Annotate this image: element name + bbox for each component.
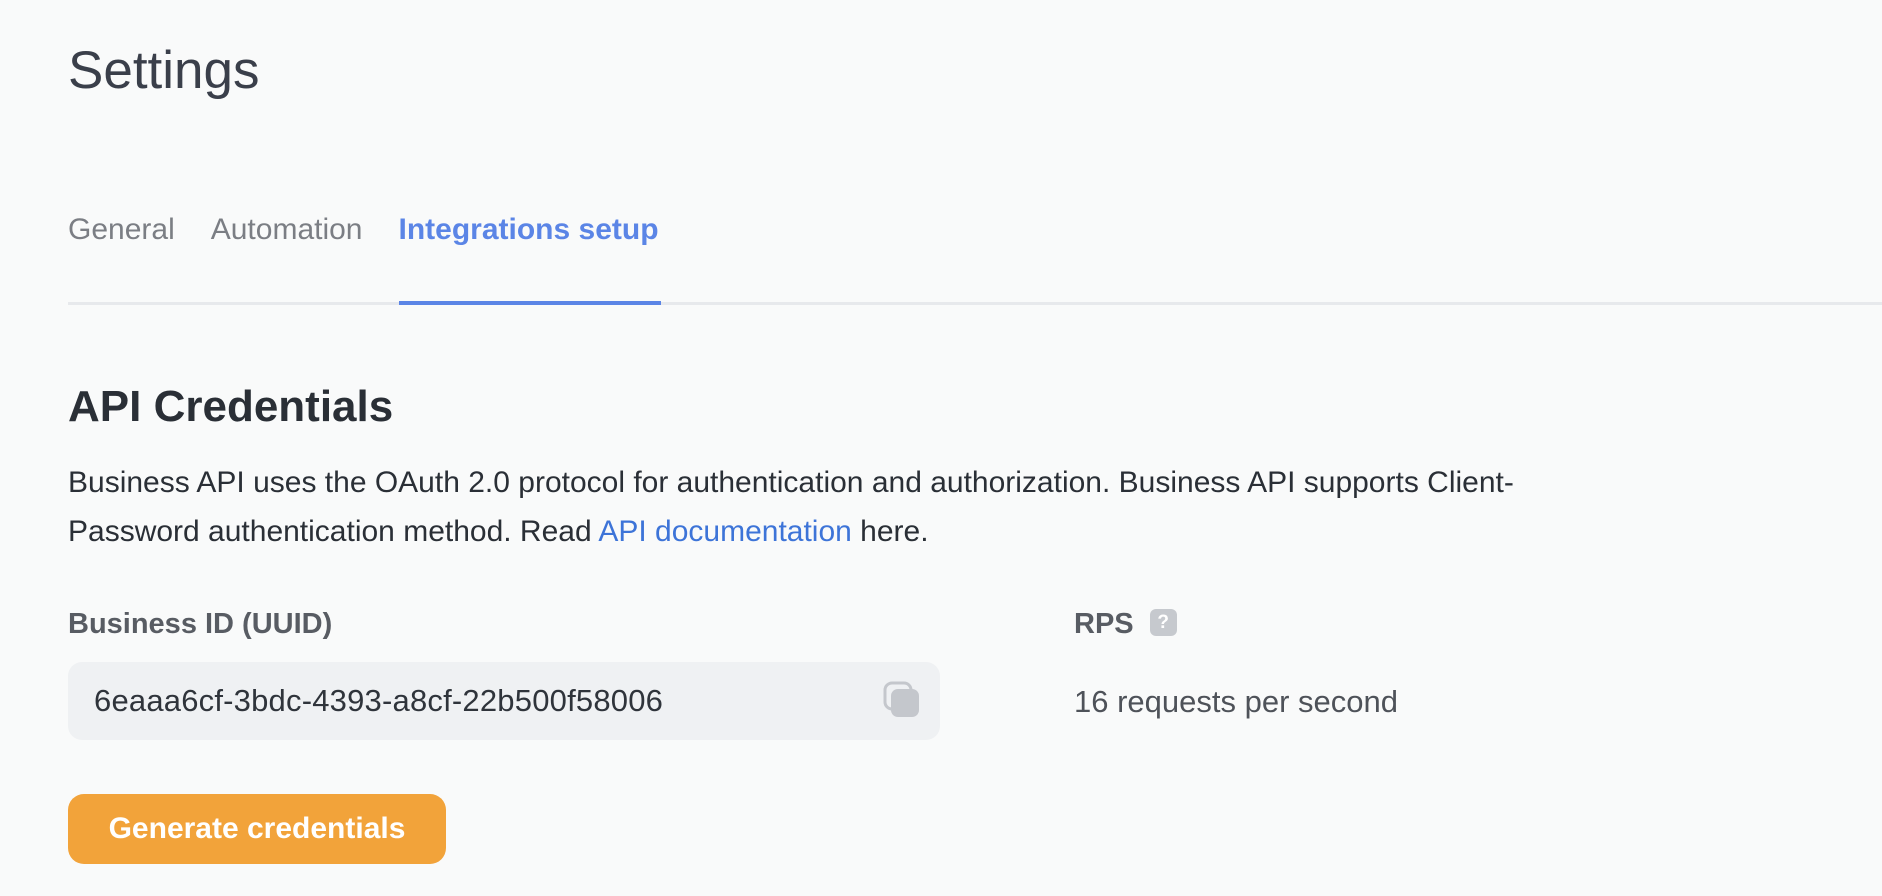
rps-label: RPS xyxy=(1074,608,1134,640)
tab-automation[interactable]: Automation xyxy=(211,210,363,276)
tab-general[interactable]: General xyxy=(68,210,175,276)
section-title: API Credentials xyxy=(68,382,394,431)
business-id-value[interactable]: 6eaaa6cf-3bdc-4393-a8cf-22b500f58006 xyxy=(94,683,663,719)
copy-icon[interactable] xyxy=(882,681,922,721)
tab-integrations-setup[interactable]: Integrations setup xyxy=(398,210,661,305)
api-documentation-link[interactable]: API documentation xyxy=(598,515,852,548)
settings-tabs: General Automation Integrations setup xyxy=(68,210,1882,305)
business-id-field[interactable]: 6eaaa6cf-3bdc-4393-a8cf-22b500f58006 xyxy=(68,662,940,740)
help-icon[interactable]: ? xyxy=(1149,608,1177,636)
api-description: Business API uses the OAuth 2.0 protocol… xyxy=(68,458,1568,556)
page-title: Settings xyxy=(68,41,260,100)
description-text-end: here. xyxy=(851,515,929,548)
rps-value: 16 requests per second xyxy=(1074,684,1398,719)
business-id-label: Business ID (UUID) xyxy=(68,608,333,640)
generate-credentials-button[interactable]: Generate credentials xyxy=(68,794,446,864)
rps-label-row: RPS? xyxy=(1074,606,1177,642)
